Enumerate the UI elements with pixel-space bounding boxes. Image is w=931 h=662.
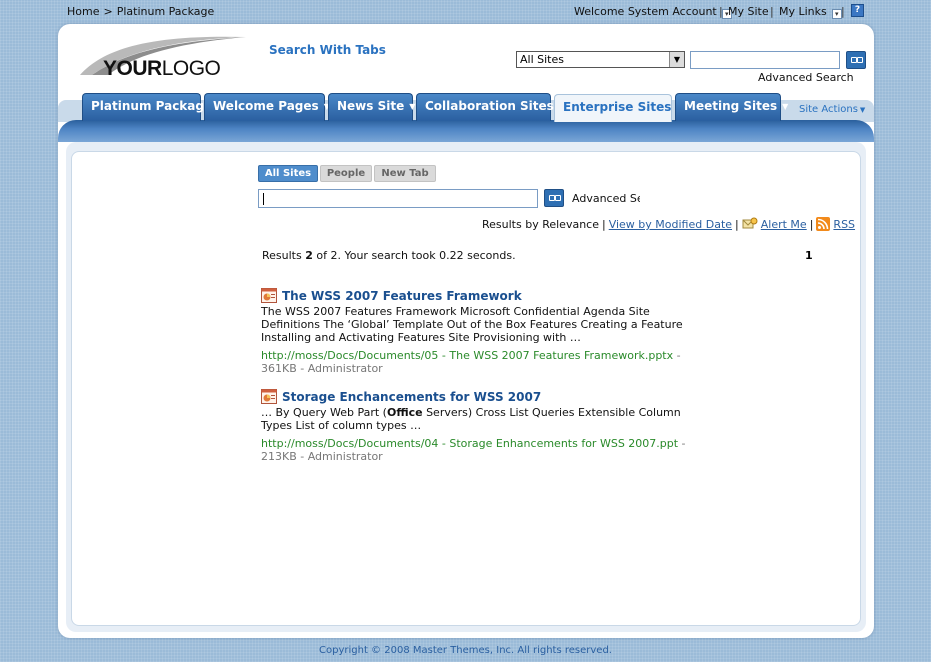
divider: | xyxy=(601,218,606,231)
page-number[interactable]: 1 xyxy=(805,249,813,262)
site-actions-menu[interactable]: Site Actions ▼ xyxy=(799,104,865,115)
breadcrumb-separator: > xyxy=(103,5,113,18)
welcome-menu[interactable]: Welcome System Account ▾ xyxy=(574,5,732,19)
logo-text-bold: YOUR xyxy=(103,57,162,80)
result-title-link[interactable]: The WSS 2007 Features Framework xyxy=(282,289,522,303)
search-result: The WSS 2007 Features Framework The WSS … xyxy=(261,288,701,375)
breadcrumb: Home > Platinum Package xyxy=(67,5,214,18)
my-site-link[interactable]: My Site xyxy=(728,5,769,18)
search-scope-select[interactable]: All Sites ▼ xyxy=(516,51,685,68)
chevron-down-icon[interactable]: ▼ xyxy=(782,102,788,111)
search-result: Storage Enchancements for WSS 2007 … By … xyxy=(261,389,701,463)
tab-enterprise-sites[interactable]: Enterprise Sites▼ xyxy=(554,94,683,122)
search-tab-people[interactable]: People xyxy=(320,165,372,182)
divider: | xyxy=(735,218,739,231)
advanced-search-link[interactable]: Advanced Search xyxy=(758,71,854,84)
site-actions-label: Site Actions xyxy=(799,104,858,115)
tab-label: Welcome Pages xyxy=(213,99,319,113)
tab-label: Platinum Package xyxy=(91,99,213,113)
site-logo[interactable]: YOURLOGO xyxy=(103,57,221,81)
help-icon[interactable]: ? xyxy=(851,4,864,17)
alert-me-icon[interactable] xyxy=(742,217,758,231)
divider: | xyxy=(809,218,814,231)
description-text: … By Query Web Part ( xyxy=(261,406,387,419)
result-author: Administrator xyxy=(307,362,383,375)
result-url-link[interactable]: http://moss/Docs/Documents/05 - The WSS … xyxy=(261,349,673,362)
result-title-link[interactable]: Storage Enchancements for WSS 2007 xyxy=(282,390,541,404)
tab-label: Meeting Sites xyxy=(684,99,778,113)
welcome-label: Welcome System Account xyxy=(574,5,717,18)
tab-platinum-package[interactable]: Platinum Package xyxy=(82,93,212,121)
chevron-down-icon[interactable]: ▼ xyxy=(409,102,415,111)
tab-meeting-sites[interactable]: Meeting Sites ▼ xyxy=(675,93,788,121)
search-go-button[interactable] xyxy=(846,51,866,69)
description-highlight: Office xyxy=(386,406,423,419)
result-meta: http://moss/Docs/Documents/05 - The WSS … xyxy=(261,349,701,375)
advanced-search-link[interactable]: Advanced Sear xyxy=(572,192,640,205)
tab-bar-base xyxy=(58,120,874,142)
result-meta: http://moss/Docs/Documents/04 - Storage … xyxy=(261,437,701,463)
rss-link[interactable]: RSS xyxy=(833,218,855,231)
top-utility-bar: Home > Platinum Package Welcome System Acc… xyxy=(0,0,931,22)
result-description: … By Query Web Part (Office Servers) Cro… xyxy=(261,406,701,432)
search-query-input[interactable] xyxy=(258,189,538,208)
my-links-label: My Links xyxy=(779,5,827,18)
divider: | xyxy=(770,5,774,18)
powerpoint-icon xyxy=(261,288,277,303)
search-tab-all-sites[interactable]: All Sites xyxy=(258,165,318,182)
tab-label: Enterprise Sites xyxy=(563,100,672,114)
result-title-row: The WSS 2007 Features Framework xyxy=(261,288,701,304)
results-sort-bar: Results by Relevance | View by Modified Da… xyxy=(482,217,855,231)
alert-me-link[interactable]: Alert Me xyxy=(761,218,807,231)
breadcrumb-current[interactable]: Platinum Package xyxy=(117,5,215,18)
view-by-modified-date-link[interactable]: View by Modified Date xyxy=(609,218,732,231)
site-title[interactable]: Search With Tabs xyxy=(269,43,386,57)
my-links-menu[interactable]: My Links ▾ xyxy=(779,5,842,19)
my-site-label: My Site xyxy=(728,5,769,18)
tab-welcome-pages[interactable]: Welcome Pages ▼ xyxy=(204,93,330,121)
result-author: Administrator xyxy=(307,450,383,463)
summary-count: 2 xyxy=(305,249,313,262)
divider: | xyxy=(719,5,723,18)
chevron-down-icon[interactable]: ▼ xyxy=(860,106,865,114)
summary-text: of 2. Your search took 0.22 seconds. xyxy=(312,249,516,262)
search-tab-new-tab[interactable]: New Tab xyxy=(374,165,436,182)
search-query-go-button[interactable] xyxy=(544,189,564,207)
results-summary: Results 2 of 2. Your search took 0.22 se… xyxy=(262,249,516,262)
tab-label: News Site xyxy=(337,99,405,113)
text-cursor xyxy=(263,193,264,205)
search-input[interactable] xyxy=(690,51,840,69)
breadcrumb-home[interactable]: Home xyxy=(67,5,99,18)
result-url-link[interactable]: http://moss/Docs/Documents/04 - Storage … xyxy=(261,437,678,450)
tab-collaboration-sites[interactable]: Collaboration Sites▼ xyxy=(416,93,565,121)
divider: | xyxy=(841,5,845,18)
sort-by-relevance: Results by Relevance xyxy=(482,218,599,231)
powerpoint-icon xyxy=(261,389,277,404)
result-title-row: Storage Enchancements for WSS 2007 xyxy=(261,389,701,405)
footer-copyright: Copyright © 2008 Master Themes, Inc. All… xyxy=(319,645,612,656)
rss-icon[interactable] xyxy=(816,217,831,231)
tab-news-site[interactable]: News Site ▼ xyxy=(328,93,415,121)
chevron-down-icon[interactable]: ▼ xyxy=(669,52,684,67)
result-description: The WSS 2007 Features Framework Microsof… xyxy=(261,305,683,344)
summary-prefix: Results xyxy=(262,249,306,262)
search-scope-value: All Sites xyxy=(520,53,564,66)
tab-label: Collaboration Sites xyxy=(425,99,554,113)
logo-text-light: LOGO xyxy=(161,57,221,80)
